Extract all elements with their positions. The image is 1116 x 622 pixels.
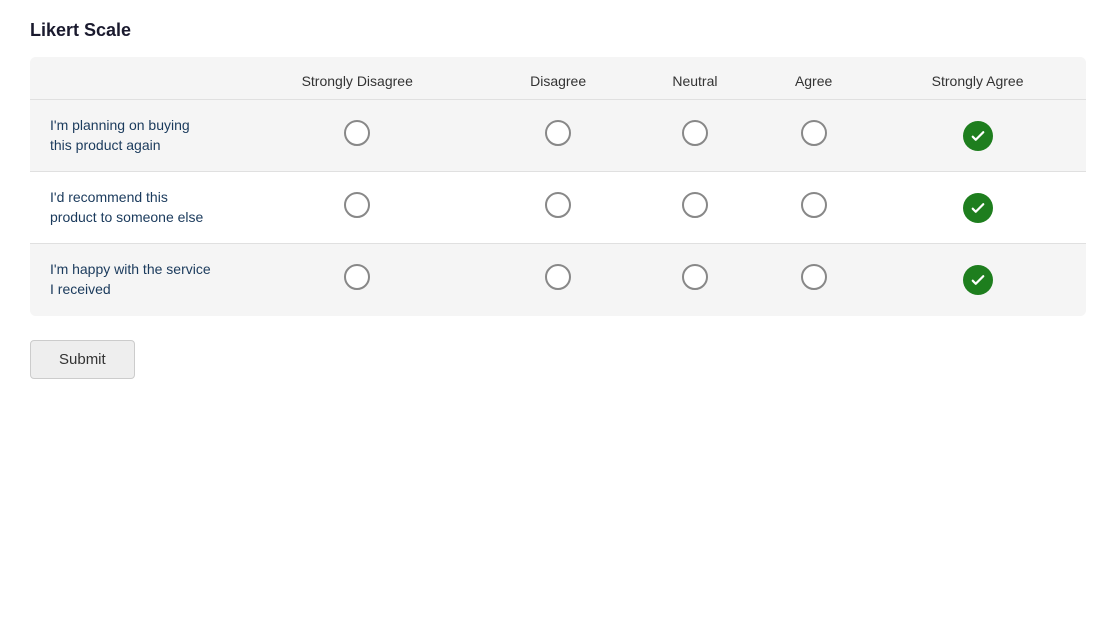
likert-scale-table: Strongly Disagree Disagree Neutral Agree…: [30, 57, 1086, 316]
radio-cell-3-neutral[interactable]: [632, 244, 758, 316]
radio-empty-1-strongly_disagree[interactable]: [344, 120, 370, 146]
table-row: I'm planning on buying this product agai…: [30, 100, 1086, 172]
radio-empty-2-agree[interactable]: [801, 192, 827, 218]
radio-empty-2-strongly_disagree[interactable]: [344, 192, 370, 218]
table-row: I'd recommend this product to someone el…: [30, 172, 1086, 244]
radio-cell-1-disagree[interactable]: [484, 100, 631, 172]
radio-cell-2-strongly_agree[interactable]: [869, 172, 1086, 244]
radio-cell-3-disagree[interactable]: [484, 244, 631, 316]
submit-button[interactable]: Submit: [30, 340, 135, 379]
radio-empty-3-agree[interactable]: [801, 264, 827, 290]
radio-cell-2-neutral[interactable]: [632, 172, 758, 244]
radio-cell-3-strongly_agree[interactable]: [869, 244, 1086, 316]
radio-cell-2-strongly_disagree[interactable]: [230, 172, 484, 244]
radio-empty-1-disagree[interactable]: [545, 120, 571, 146]
col-header-strongly-disagree: Strongly Disagree: [230, 57, 484, 100]
radio-cell-2-disagree[interactable]: [484, 172, 631, 244]
radio-empty-2-disagree[interactable]: [545, 192, 571, 218]
col-header-strongly-agree: Strongly Agree: [869, 57, 1086, 100]
radio-cell-1-neutral[interactable]: [632, 100, 758, 172]
question-cell-3: I'm happy with the service I received: [30, 244, 230, 316]
question-cell-2: I'd recommend this product to someone el…: [30, 172, 230, 244]
col-header-question: [30, 57, 230, 100]
radio-empty-3-neutral[interactable]: [682, 264, 708, 290]
radio-empty-3-disagree[interactable]: [545, 264, 571, 290]
page-title: Likert Scale: [30, 20, 1086, 41]
radio-empty-1-neutral[interactable]: [682, 120, 708, 146]
radio-empty-2-neutral[interactable]: [682, 192, 708, 218]
question-cell-1: I'm planning on buying this product agai…: [30, 100, 230, 172]
col-header-disagree: Disagree: [484, 57, 631, 100]
radio-empty-1-agree[interactable]: [801, 120, 827, 146]
radio-cell-3-agree[interactable]: [758, 244, 869, 316]
table-row: I'm happy with the service I received: [30, 244, 1086, 316]
radio-checked-icon-1-strongly_agree[interactable]: [963, 121, 993, 151]
col-header-agree: Agree: [758, 57, 869, 100]
radio-cell-1-strongly_disagree[interactable]: [230, 100, 484, 172]
col-header-neutral: Neutral: [632, 57, 758, 100]
radio-checked-icon-3-strongly_agree[interactable]: [963, 265, 993, 295]
radio-cell-1-agree[interactable]: [758, 100, 869, 172]
radio-cell-2-agree[interactable]: [758, 172, 869, 244]
radio-cell-3-strongly_disagree[interactable]: [230, 244, 484, 316]
radio-empty-3-strongly_disagree[interactable]: [344, 264, 370, 290]
radio-checked-icon-2-strongly_agree[interactable]: [963, 193, 993, 223]
radio-cell-1-strongly_agree[interactable]: [869, 100, 1086, 172]
